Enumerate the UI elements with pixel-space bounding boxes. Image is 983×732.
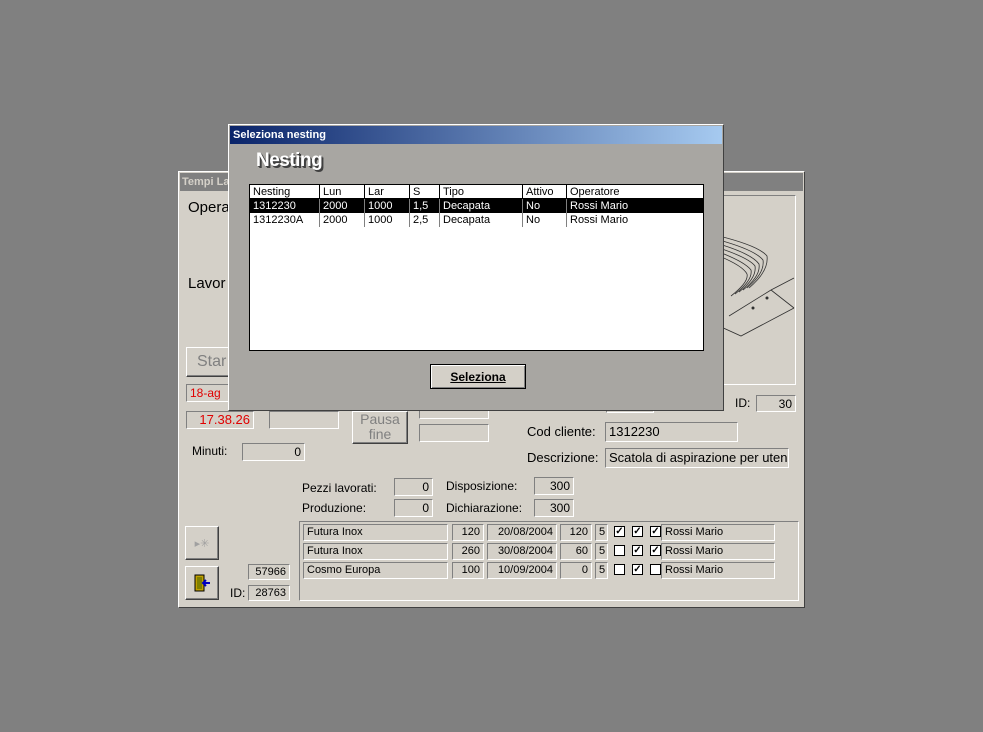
exit-button[interactable]: [185, 566, 219, 600]
order-checkbox[interactable]: ✓: [632, 526, 643, 537]
order-k-field[interactable]: 5: [595, 543, 608, 560]
order-k-field[interactable]: 5: [595, 524, 608, 541]
order-operatore-field[interactable]: Rossi Mario: [661, 562, 775, 579]
column-header-tipo[interactable]: Tipo: [440, 185, 523, 199]
pausa-end-field: [419, 424, 489, 442]
descrizione-label: Descrizione:: [527, 450, 599, 465]
pezzi-lavorati-field: 0: [394, 478, 433, 496]
column-header-nesting[interactable]: Nesting: [250, 185, 320, 199]
dichiarazione-label: Dichiarazione:: [446, 501, 523, 515]
seleziona-button[interactable]: Seleziona: [430, 364, 526, 389]
order-operatore-field[interactable]: Rossi Mario: [661, 524, 775, 541]
nesting-cell-lun: 2000: [320, 199, 365, 213]
bottom-id-label: ID:: [230, 586, 246, 600]
nesting-cell-nesting: 1312230A: [250, 213, 320, 227]
nesting-list-row[interactable]: 1312230 2000 1000 1,5 Decapata No Rossi Mario: [250, 199, 703, 213]
order-checkbox[interactable]: ✓: [650, 526, 661, 537]
dialog-heading: Nesting: [256, 150, 323, 171]
produzione-label: Produzione:: [302, 501, 367, 515]
nesting-cell-operatore: Rossi Mario: [570, 214, 629, 226]
order-checkbox[interactable]: [650, 564, 661, 575]
seleziona-button-label: Seleziona: [450, 369, 506, 384]
order-quantity-field[interactable]: 120: [452, 524, 484, 541]
column-header-attivo[interactable]: Attivo: [523, 185, 567, 199]
cod-cliente-field[interactable]: 1312230: [605, 422, 738, 442]
order-checkbox[interactable]: ✓: [650, 545, 661, 556]
column-header-operatore[interactable]: Operatore: [567, 185, 703, 199]
order-operatore-field[interactable]: Rossi Mario: [661, 543, 775, 560]
dichiarazione-field: 300: [534, 499, 574, 517]
nesting-cell-tipo: Decapata: [440, 213, 523, 227]
time-field: 17.38.26: [186, 411, 254, 429]
nesting-cell-operatore: Rossi Mario: [570, 200, 629, 212]
part-drawing-icon: [718, 235, 795, 337]
nesting-cell-s: 2,5: [410, 213, 440, 227]
order-quantity-field[interactable]: 100: [452, 562, 484, 579]
order-checkbox[interactable]: ✓: [632, 564, 643, 575]
order-date-field[interactable]: 20/08/2004: [487, 524, 557, 541]
minuti-label: Minuti:: [192, 444, 228, 458]
descrizione-field[interactable]: Scatola di aspirazione per uten: [605, 448, 789, 468]
order-cliente-field[interactable]: Futura Inox: [303, 543, 448, 560]
order-checkbox[interactable]: [614, 564, 625, 575]
minuti-field: 0: [242, 443, 305, 461]
nesting-cell-attivo: No: [523, 213, 567, 227]
order-cliente-field[interactable]: Cosmo Europa: [303, 562, 448, 579]
id-field: 30: [756, 395, 796, 412]
order-count-field[interactable]: 120: [560, 524, 592, 541]
order-count-field[interactable]: 60: [560, 543, 592, 560]
order-checkbox[interactable]: ✓: [614, 526, 625, 537]
next-record-button[interactable]: ▸✳: [185, 526, 219, 560]
nesting-cell-attivo: No: [523, 199, 567, 213]
nesting-cell-s: 1,5: [410, 199, 440, 213]
next-new-icon: ▸✳: [194, 537, 210, 550]
dialog-title: Seleziona nesting: [230, 126, 722, 144]
nesting-cell-lar: 1000: [365, 199, 410, 213]
nesting-cell-tipo: Decapata: [440, 199, 523, 213]
lavorazione-label: Lavor: [188, 275, 226, 292]
order-quantity-field[interactable]: 260: [452, 543, 484, 560]
order-date-field[interactable]: 10/09/2004: [487, 562, 557, 579]
pausa-fine-button[interactable]: Pausa fine: [352, 411, 408, 444]
order-checkbox[interactable]: ✓: [632, 545, 643, 556]
start-button[interactable]: Star: [186, 347, 232, 377]
order-count-field[interactable]: 0: [560, 562, 592, 579]
order-checkbox[interactable]: [614, 545, 625, 556]
exit-door-icon: [194, 574, 210, 592]
cod-cliente-label: Cod cliente:: [527, 424, 596, 439]
nesting-cell-lar: 1000: [365, 213, 410, 227]
produzione-field: 0: [394, 499, 433, 517]
end-time-field: [269, 411, 339, 429]
disposizione-field: 300: [534, 477, 574, 495]
nesting-cell-nesting: 1312230: [250, 199, 320, 213]
id-label: ID:: [735, 396, 751, 410]
order-cliente-field[interactable]: Futura Inox: [303, 524, 448, 541]
drawing-preview: [718, 195, 796, 385]
order-k-field[interactable]: 5: [595, 562, 608, 579]
nesting-list[interactable]: Nesting Lun Lar S Tipo Attivo Operatore …: [249, 184, 704, 351]
nesting-cell-lun: 2000: [320, 213, 365, 227]
order-date-field[interactable]: 30/08/2004: [487, 543, 557, 560]
nesting-list-row[interactable]: 1312230A 2000 1000 2,5 Decapata No Rossi Mario: [250, 213, 703, 227]
column-header-lar[interactable]: Lar: [365, 185, 410, 199]
column-header-s[interactable]: S: [410, 185, 440, 199]
column-header-lun[interactable]: Lun: [320, 185, 365, 199]
bottom-id-field: 28763: [248, 585, 290, 601]
operator-label: Opera: [188, 199, 230, 216]
pezzi-lavorati-label: Pezzi lavorati:: [302, 481, 377, 495]
disposizione-label: Disposizione:: [446, 479, 518, 493]
date-field: 18-ag: [186, 384, 232, 402]
counter-field: 57966: [248, 564, 290, 580]
